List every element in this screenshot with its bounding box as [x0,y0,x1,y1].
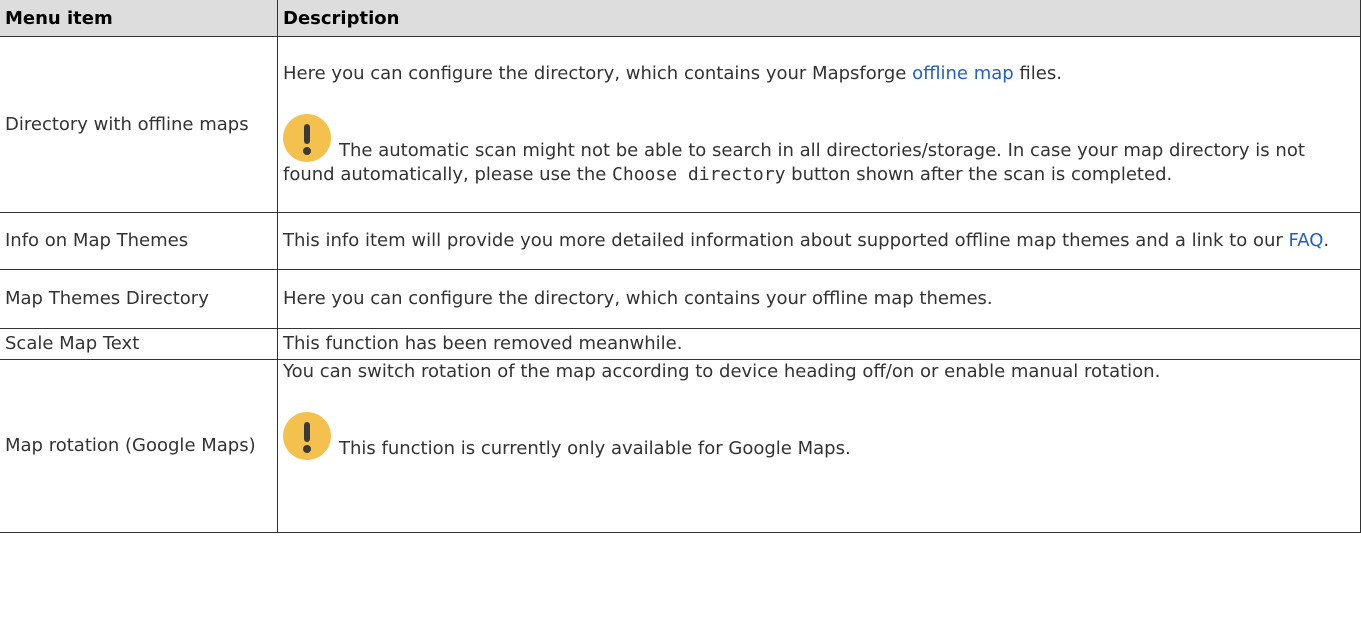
description-text: You can switch rotation of the map accor… [283,361,1161,382]
description-cell: Here you can configure the directory, wh… [277,269,1361,329]
menu-item-cell: Map Themes Directory [0,269,278,329]
description-cell: This function has been removed meanwhile… [277,328,1361,360]
header-menu-item: Menu item [0,0,278,37]
menu-item-cell: Directory with offline maps [0,36,278,213]
exclamation-circle-icon [283,114,331,162]
description-cell: This info item will provide you more det… [277,212,1361,270]
menu-item-cell: Info on Map Themes [0,212,278,270]
header-description: Description [277,0,1361,37]
choose-directory-code: Choose directory [612,164,786,185]
description-text-part: . [1323,230,1330,251]
faq-link[interactable]: FAQ [1289,230,1324,251]
table-header-row: Menu item Description [0,0,1361,37]
description-text-part: files. [1013,63,1062,84]
description-text-part: Here you can configure the directory, wh… [283,63,913,84]
settings-table: Menu item Description Directory with off… [0,0,1361,533]
description-cell: You can switch rotation of the map accor… [277,359,1361,533]
warning-note: This function is currently only availabl… [283,412,1355,461]
description-text-part: This info item will provide you more det… [283,230,1289,251]
offline-map-link[interactable]: offline map [912,63,1014,84]
table-row: Scale Map Text This function has been re… [0,328,1361,360]
table-row: Directory with offline maps Here you can… [0,36,1361,213]
menu-item-cell: Map rotation (Google Maps) [0,359,278,533]
table-row: Map Themes Directory Here you can config… [0,269,1361,329]
table-row: Map rotation (Google Maps) You can switc… [0,359,1361,533]
description-text: Here you can configure the directory, wh… [283,62,1355,86]
note-text-part: This function is currently only availabl… [339,438,851,459]
description-cell: Here you can configure the directory, wh… [277,36,1361,213]
exclamation-circle-icon [283,412,331,460]
warning-note: The automatic scan might not be able to … [283,114,1355,187]
menu-item-cell: Scale Map Text [0,328,278,360]
note-text-part: button shown after the scan is completed… [785,164,1173,185]
table-row: Info on Map Themes This info item will p… [0,212,1361,270]
